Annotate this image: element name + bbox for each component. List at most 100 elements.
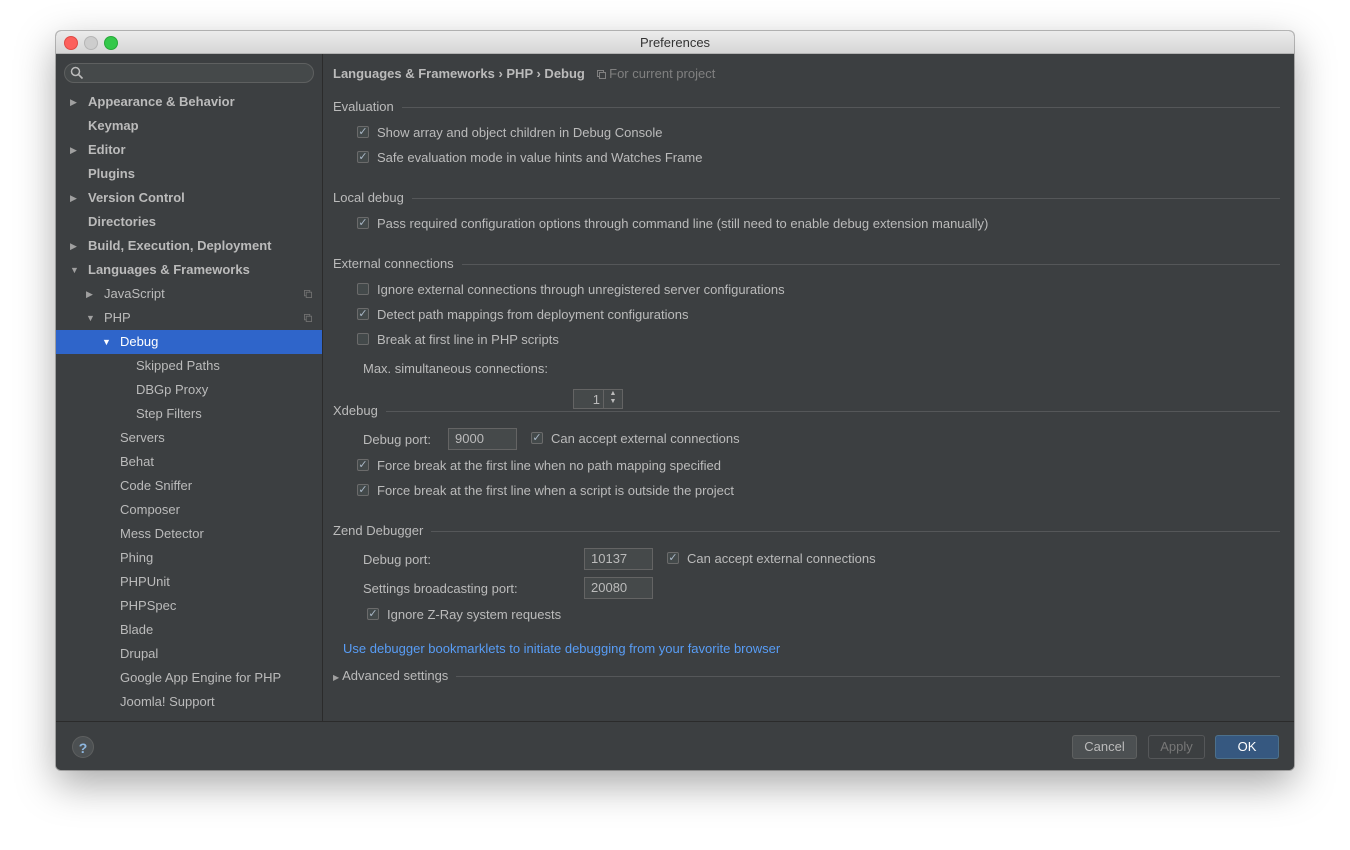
cancel-button[interactable]: Cancel <box>1072 735 1137 759</box>
preferences-window: Preferences ▶ Appearance & Behavior Keymap… <box>56 31 1294 770</box>
sidebar-item-mess-detector[interactable]: Mess Detector <box>56 522 322 546</box>
checkbox-box[interactable]: ✓ <box>357 459 369 471</box>
xdebug-section: Xdebug <box>333 403 1280 419</box>
sidebar-item-servers[interactable]: Servers <box>56 426 322 450</box>
sidebar-item-javascript[interactable]: ▶ JavaScript <box>56 282 322 306</box>
sidebar-item-appearance-behavior[interactable]: ▶ Appearance & Behavior <box>56 90 322 114</box>
sidebar-item-keymap[interactable]: Keymap <box>56 114 322 138</box>
checkbox-box[interactable]: ✓ <box>357 484 369 496</box>
copy-icon <box>596 70 606 79</box>
sidebar-item-label: Joomla! Support <box>120 694 215 709</box>
sidebar-item-directories[interactable]: Directories <box>56 210 322 234</box>
sidebar-item-blade[interactable]: Blade <box>56 618 322 642</box>
apply-button[interactable]: Apply <box>1148 735 1205 759</box>
sidebar-item-label: Step Filters <box>136 406 202 421</box>
zend-debugger-section: Zend Debugger <box>333 523 1280 539</box>
checkbox-box[interactable] <box>357 283 369 295</box>
project-scope-label: For current project <box>596 66 716 81</box>
spinner-up-icon[interactable]: ▲ <box>604 390 622 398</box>
sidebar-item-google-app-engine-for-php[interactable]: Google App Engine for PHP <box>56 666 322 690</box>
sidebar-item-build-execution-deployment[interactable]: ▶ Build, Execution, Deployment <box>56 234 322 258</box>
advanced-settings-label: Advanced settings <box>342 668 449 683</box>
zend-port-field[interactable]: 10137 <box>584 548 653 570</box>
sidebar-item-label: PHPSpec <box>120 598 177 613</box>
sidebar-item-label: Languages & Frameworks <box>88 262 250 277</box>
checkbox-box[interactable]: ✓ <box>667 552 679 564</box>
checkbox-label: Detect path mappings from deployment con… <box>377 307 689 322</box>
sidebar-item-label: Drupal <box>120 646 159 661</box>
sidebar-item-debug[interactable]: ▼ Debug <box>56 330 322 354</box>
checkbox-box[interactable]: ✓ <box>357 308 369 320</box>
sidebar-item-label: DBGp Proxy <box>136 382 209 397</box>
bookmarklets-link[interactable]: Use debugger bookmarklets to initiate de… <box>343 641 780 656</box>
settings-sidebar: ▶ Appearance & Behavior Keymap ▶ Editor Plugi… <box>56 54 323 721</box>
sidebar-item-code-sniffer[interactable]: Code Sniffer <box>56 474 322 498</box>
sidebar-item-label: Mess Detector <box>120 526 204 541</box>
sidebar-item-label: Composer <box>120 502 180 517</box>
sidebar-item-languages-frameworks[interactable]: ▼ Languages & Frameworks <box>56 258 322 282</box>
advanced-settings-toggle[interactable]: ▶ Advanced settings <box>333 668 1280 684</box>
help-button[interactable]: ? <box>72 736 94 758</box>
sidebar-item-label: Blade <box>120 622 154 637</box>
settings-tree: ▶ Appearance & Behavior Keymap ▶ Editor Plugi… <box>56 90 322 714</box>
collapsed-arrow-icon[interactable]: ▶ <box>70 234 77 258</box>
search-input[interactable] <box>64 63 314 83</box>
checkbox-box[interactable]: ✓ <box>357 151 369 163</box>
checkbox-box[interactable]: ✓ <box>367 608 379 620</box>
checkbox-label: Pass required configuration options thro… <box>377 216 989 231</box>
search-icon <box>70 66 84 80</box>
broadcast-port-label: Settings broadcasting port: <box>363 581 518 596</box>
scope-text: For current project <box>609 66 716 81</box>
dialog-footer: ? Cancel Apply OK <box>56 721 1294 770</box>
checkbox-label: Force break at the first line when a scr… <box>377 483 734 498</box>
checkbox-label: Show array and object children in Debug … <box>377 125 663 140</box>
sidebar-item-version-control[interactable]: ▶ Version Control <box>56 186 322 210</box>
sidebar-item-label: Editor <box>88 142 126 157</box>
breadcrumb: Languages & Frameworks › PHP › Debug For… <box>333 66 715 81</box>
xdebug-port-field[interactable]: 9000 <box>448 428 517 450</box>
sidebar-item-skipped-paths[interactable]: Skipped Paths <box>56 354 322 378</box>
sidebar-item-label: Build, Execution, Deployment <box>88 238 272 253</box>
broadcast-port-field[interactable]: 20080 <box>584 577 653 599</box>
sidebar-item-label: PHP <box>104 310 131 325</box>
expanded-arrow-icon[interactable]: ▼ <box>70 258 79 282</box>
sidebar-item-editor[interactable]: ▶ Editor <box>56 138 322 162</box>
collapsed-arrow-icon[interactable]: ▶ <box>86 282 93 306</box>
sidebar-item-phpspec[interactable]: PHPSpec <box>56 594 322 618</box>
section-title: Evaluation <box>333 99 402 114</box>
max-connections-label: Max. simultaneous connections: <box>363 361 548 376</box>
external-connections-section: External connections <box>333 256 1280 272</box>
sidebar-item-label: Skipped Paths <box>136 358 220 373</box>
expanded-arrow-icon[interactable]: ▼ <box>86 306 95 330</box>
sidebar-item-label: Servers <box>120 430 165 445</box>
sidebar-item-phing[interactable]: Phing <box>56 546 322 570</box>
checkbox-box[interactable]: ✓ <box>357 126 369 138</box>
evaluation-section: Evaluation <box>333 99 1280 115</box>
checkbox-box[interactable]: ✓ <box>531 432 543 444</box>
sidebar-item-plugins[interactable]: Plugins <box>56 162 322 186</box>
checkbox-box[interactable]: ✓ <box>357 217 369 229</box>
sidebar-item-dbgp-proxy[interactable]: DBGp Proxy <box>56 378 322 402</box>
sidebar-item-drupal[interactable]: Drupal <box>56 642 322 666</box>
sidebar-item-composer[interactable]: Composer <box>56 498 322 522</box>
sidebar-item-php[interactable]: ▼ PHP <box>56 306 322 330</box>
checkbox-label: Break at first line in PHP scripts <box>377 332 559 347</box>
section-title: Local debug <box>333 190 412 205</box>
section-title: Zend Debugger <box>333 523 432 538</box>
collapsed-arrow-icon[interactable]: ▶ <box>70 186 77 210</box>
sidebar-item-phpunit[interactable]: PHPUnit <box>56 570 322 594</box>
sidebar-item-label: Debug <box>120 334 159 349</box>
collapsed-arrow-icon[interactable]: ▶ <box>70 138 77 162</box>
sidebar-item-behat[interactable]: Behat <box>56 450 322 474</box>
sidebar-item-joomla-support[interactable]: Joomla! Support <box>56 690 322 714</box>
sidebar-item-step-filters[interactable]: Step Filters <box>56 402 322 426</box>
checkbox-box[interactable] <box>357 333 369 345</box>
expanded-arrow-icon[interactable]: ▼ <box>102 330 111 354</box>
ok-button[interactable]: OK <box>1215 735 1279 759</box>
advanced-settings-header[interactable]: ▶ Advanced settings <box>333 668 457 683</box>
sidebar-item-label: Plugins <box>88 166 135 181</box>
collapsed-arrow-icon[interactable]: ▶ <box>70 90 77 114</box>
checkbox-label: Can accept external connections <box>551 431 740 446</box>
project-scope-icon <box>304 314 312 322</box>
window-title: Preferences <box>639 35 711 50</box>
